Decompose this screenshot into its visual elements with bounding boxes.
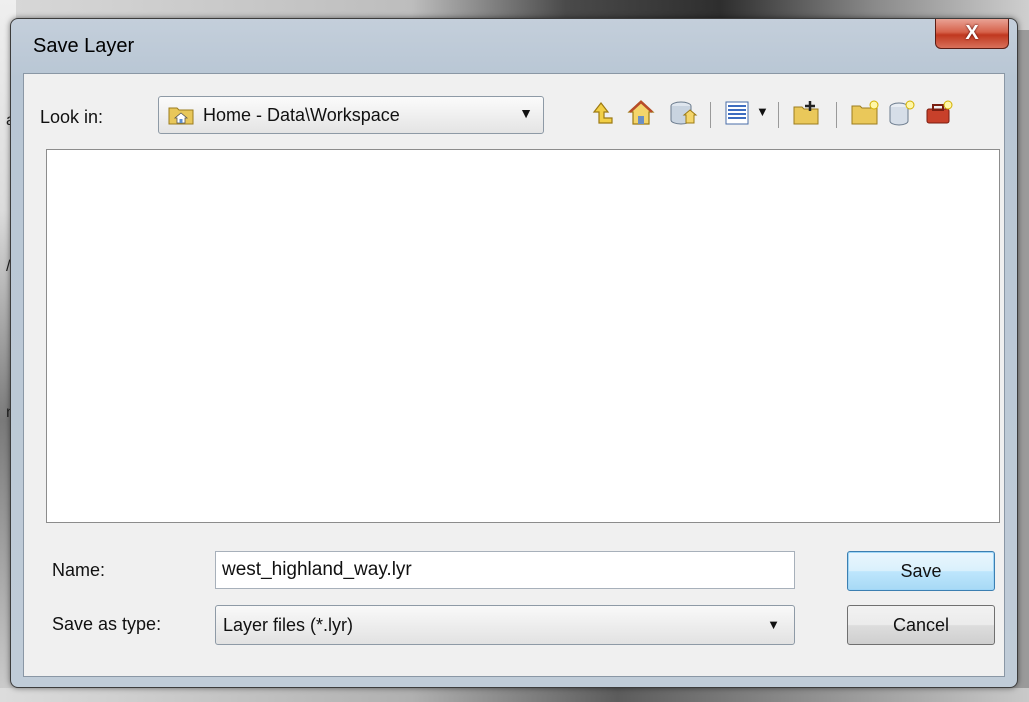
connect-folder-icon[interactable]: [792, 98, 822, 128]
new-geodatabase-icon[interactable]: [886, 98, 916, 128]
close-button[interactable]: X: [935, 19, 1009, 49]
dialog-title: Save Layer: [33, 35, 135, 57]
save-layer-dialog: Save Layer X Look in: Home - Data\Worksp…: [10, 18, 1018, 688]
new-toolbox-icon[interactable]: [924, 98, 954, 128]
view-dropdown-icon[interactable]: ▼: [756, 104, 770, 134]
chevron-down-icon: ▼: [519, 105, 533, 121]
cancel-button[interactable]: Cancel: [847, 605, 995, 645]
chevron-down-icon: ▼: [767, 617, 780, 632]
up-one-level-icon[interactable]: [586, 98, 616, 128]
close-icon: X: [965, 22, 979, 44]
view-menu-icon[interactable]: [722, 98, 752, 128]
new-folder-icon[interactable]: [850, 98, 880, 128]
home-folder-icon: [168, 107, 194, 125]
toolbar-separator: [836, 102, 837, 128]
title-bar[interactable]: Save Layer X: [11, 19, 1017, 73]
look-in-value: Home - Data\Workspace: [203, 105, 400, 125]
background-app-bottom: [0, 688, 1029, 702]
home-icon[interactable]: [626, 98, 656, 128]
save-as-type-label: Save as type:: [52, 614, 162, 634]
toolbar-separator: [778, 102, 779, 128]
save-as-type-value: Layer files (*.lyr): [223, 615, 354, 635]
look-in-label: Look in:: [40, 107, 104, 127]
save-button[interactable]: Save: [847, 551, 995, 591]
save-as-type-dropdown[interactable]: Layer files (*.lyr) ▼: [215, 605, 795, 645]
toolbar-separator: [710, 102, 711, 128]
look-in-dropdown[interactable]: Home - Data\Workspace ▼: [158, 96, 544, 134]
name-input[interactable]: [215, 551, 795, 589]
dialog-client-area: Look in: Home - Data\Workspace ▼ ▼ Name:…: [23, 73, 1005, 677]
file-list-view[interactable]: [46, 149, 1000, 523]
name-label: Name:: [52, 560, 106, 580]
database-home-icon[interactable]: [668, 98, 698, 128]
